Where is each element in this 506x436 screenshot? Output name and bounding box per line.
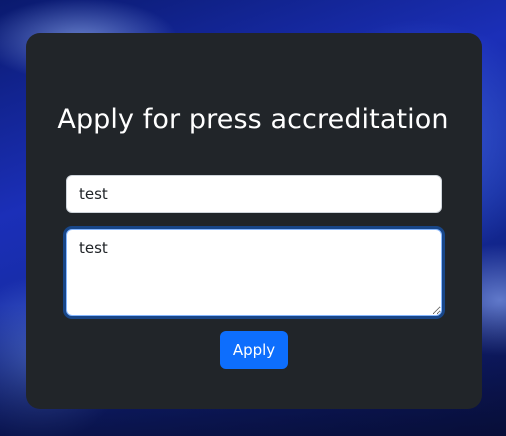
name-input[interactable]: [66, 175, 442, 213]
apply-button[interactable]: Apply: [220, 331, 288, 369]
message-textarea[interactable]: test: [66, 229, 442, 316]
form-title: Apply for press accreditation: [57, 104, 449, 135]
